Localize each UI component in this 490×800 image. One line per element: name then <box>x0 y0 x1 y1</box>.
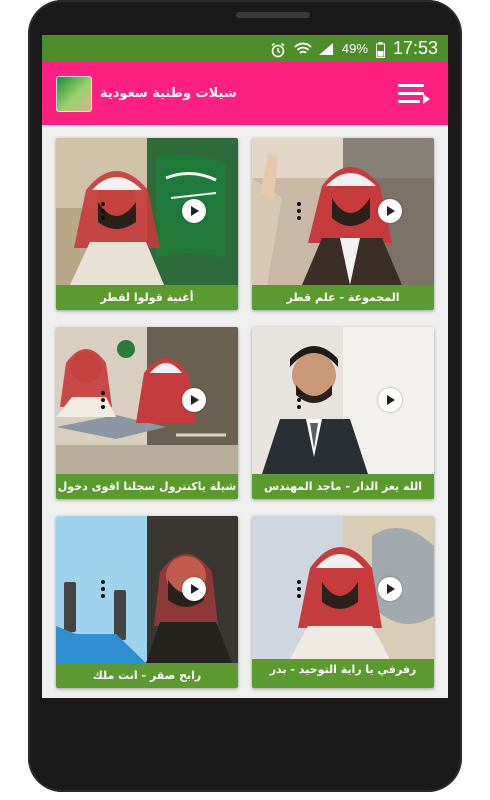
more-options-icon[interactable] <box>296 202 302 222</box>
video-card[interactable]: رابح صقر - انت ملك <box>56 516 238 688</box>
video-thumbnail <box>56 516 238 663</box>
play-button[interactable] <box>182 388 206 412</box>
video-thumbnail <box>252 516 434 663</box>
video-title: المجموعة - علم قطر <box>252 285 434 310</box>
video-title: أغنية قولوا لقطر <box>56 285 238 310</box>
video-title: شيلة ياكنترول سجلنا اقوى دخول <box>56 474 238 499</box>
video-card[interactable]: رفرفي يا راية التوحيد - بدر <box>252 516 434 688</box>
more-options-icon[interactable] <box>100 202 106 222</box>
app-screen: 49% 17:53 شيلات وطنية سعودية المجموعة - … <box>42 35 448 698</box>
video-card[interactable]: الله يعز الدار - ماجد المهندس <box>252 327 434 499</box>
play-button[interactable] <box>182 199 206 223</box>
video-thumbnail <box>252 327 434 474</box>
play-button[interactable] <box>378 199 402 223</box>
more-options-icon[interactable] <box>100 580 106 600</box>
wifi-icon <box>294 42 312 56</box>
video-thumbnail <box>252 138 434 285</box>
more-options-icon[interactable] <box>100 391 106 411</box>
status-bar: 49% 17:53 <box>42 35 448 62</box>
video-thumbnail <box>56 327 238 474</box>
status-time: 17:53 <box>392 38 438 58</box>
menu-button[interactable] <box>398 81 430 107</box>
app-title: شيلات وطنية سعودية <box>100 86 237 101</box>
video-title: رابح صقر - انت ملك <box>56 663 238 688</box>
navigation-bar <box>42 698 448 756</box>
play-button[interactable] <box>182 577 206 601</box>
play-button[interactable] <box>378 388 402 412</box>
menu-icon <box>398 83 424 87</box>
video-title: رفرفي يا راية التوحيد - بدر <box>252 659 434 688</box>
video-card[interactable]: شيلة ياكنترول سجلنا اقوى دخول <box>56 327 238 499</box>
video-grid: المجموعة - علم قطر أغنية قولوا لقطر الله… <box>42 125 448 698</box>
battery-icon <box>375 41 385 58</box>
more-options-icon[interactable] <box>296 391 302 411</box>
app-bar-brand: شيلات وطنية سعودية <box>56 75 237 112</box>
alarm-icon <box>270 42 286 57</box>
app-logo <box>56 75 92 112</box>
video-title: الله يعز الدار - ماجد المهندس <box>252 474 434 499</box>
video-card[interactable]: أغنية قولوا لقطر <box>56 138 238 310</box>
earpiece-speaker <box>236 12 310 18</box>
app-bar: شيلات وطنية سعودية <box>42 62 448 125</box>
signal-icon <box>318 42 334 56</box>
video-thumbnail <box>56 138 238 285</box>
play-button[interactable] <box>378 577 402 601</box>
video-card[interactable]: المجموعة - علم قطر <box>252 138 434 310</box>
more-options-icon[interactable] <box>296 580 302 600</box>
battery-percentage: 49% <box>341 41 368 56</box>
